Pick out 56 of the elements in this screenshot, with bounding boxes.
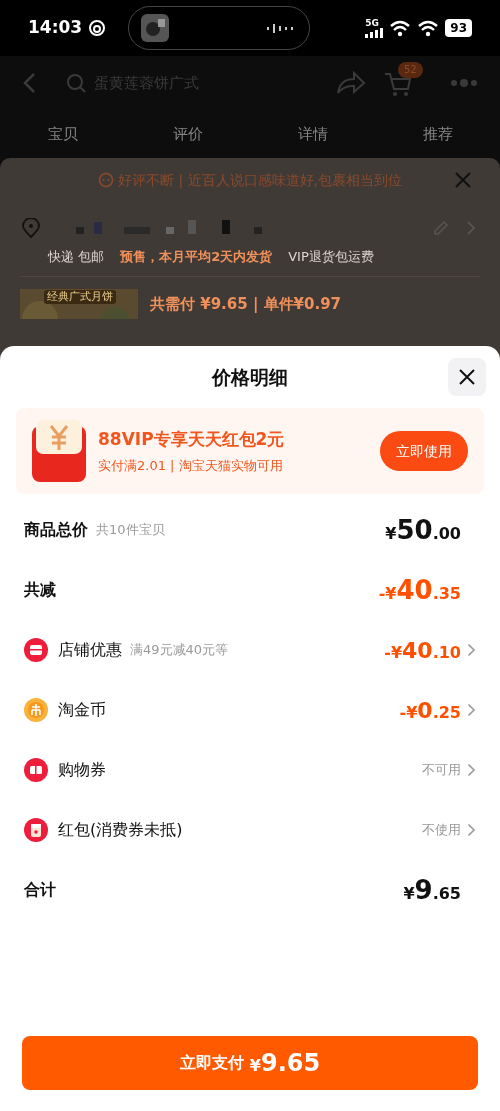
row-label: 共减	[24, 579, 56, 601]
spiral-icon	[88, 19, 107, 37]
product-price: 共需付 ¥9.65 | 单件¥0.97	[150, 294, 342, 315]
wifi-icon	[389, 19, 412, 37]
product-tag: 经典广式月饼	[44, 290, 116, 304]
edit-icon[interactable]	[432, 219, 450, 237]
row-value: 不使用	[422, 821, 461, 840]
network-label: 5G	[365, 18, 379, 28]
tab[interactable]: 宝贝	[0, 122, 125, 146]
battery-indicator: 93	[445, 19, 472, 37]
shop-icon	[24, 638, 48, 662]
row-value: 不可用	[422, 761, 461, 780]
search-icon	[66, 73, 86, 93]
chevron-right-icon[interactable]	[466, 220, 476, 236]
chevron-right-icon[interactable]	[467, 763, 476, 777]
tab[interactable]: 详情	[250, 122, 375, 146]
promo-title: 88VIP专享天天红包2元	[98, 427, 286, 451]
row-value: -¥0.25	[399, 696, 461, 725]
close-button[interactable]	[448, 358, 486, 396]
row-value: ¥9.65	[403, 873, 461, 907]
location-pin-icon	[22, 218, 40, 238]
signal-icon	[365, 27, 384, 38]
row-label: 购物券	[58, 759, 106, 781]
use-now-button[interactable]: 立即使用	[380, 431, 468, 471]
promo-subtitle: 实付满2.01 | 淘宝天猫实物可用	[98, 457, 284, 475]
pay-button[interactable]: 立即支付 ¥9.65	[22, 1036, 478, 1090]
coin-icon	[24, 698, 48, 722]
back-icon[interactable]	[22, 72, 36, 94]
tab[interactable]: 评价	[125, 122, 250, 146]
wifi-icon	[417, 19, 440, 37]
chevron-right-icon[interactable]	[467, 643, 476, 657]
row-label: 店铺优惠	[58, 639, 122, 661]
chat-icon	[97, 172, 114, 188]
row-value: -¥40.35	[378, 573, 461, 607]
row-value: -¥40.10	[384, 636, 461, 665]
shipping-info: 快递 包邮 预售，本月平均2天内发货 VIP退货包运费	[48, 248, 375, 266]
tab[interactable]: 推荐	[375, 122, 500, 146]
money-envelope-icon	[24, 818, 48, 842]
sheet-title: 价格明细	[212, 364, 288, 390]
money-envelope-icon	[32, 420, 86, 482]
row-label: 红包(消费券未抵)	[58, 819, 183, 841]
more-icon[interactable]	[450, 79, 478, 87]
row-label: 商品总价	[24, 519, 88, 541]
row-value: ¥50.00	[385, 513, 461, 547]
chevron-right-icon[interactable]	[467, 703, 476, 717]
ticket-icon	[24, 758, 48, 782]
row-note: 共10件宝贝	[96, 521, 165, 540]
banner-text: 好评不断 | 近百人说口感味道好,包裹相当到位	[117, 170, 403, 191]
chevron-right-icon[interactable]	[467, 823, 476, 837]
close-icon	[459, 369, 475, 385]
row-note: 满49元减40元等	[130, 641, 229, 660]
share-icon[interactable]	[336, 71, 366, 95]
status-time: 14:03	[28, 16, 83, 40]
row-label: 合计	[24, 879, 56, 901]
row-label: 淘金币	[58, 699, 106, 721]
close-icon[interactable]	[454, 171, 472, 189]
